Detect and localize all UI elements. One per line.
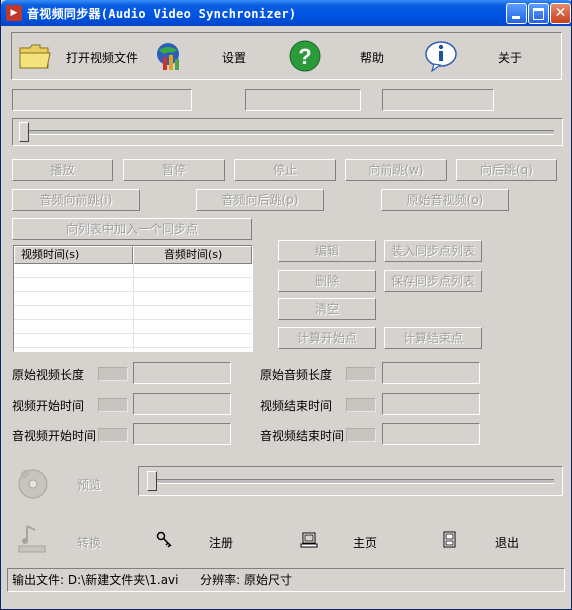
- list-body: [14, 264, 252, 351]
- info-icon: [425, 41, 457, 72]
- toolbar: 打开视频文件 设置 ? 帮助 关于: [11, 32, 562, 80]
- video-end-time-field[interactable]: [382, 393, 480, 415]
- label-shade: [98, 428, 128, 442]
- audio-back-button[interactable]: 音频向后跳(p): [196, 189, 324, 211]
- svg-text:?: ?: [298, 44, 311, 69]
- av-start-time-field[interactable]: [133, 423, 231, 445]
- orig-video-length-label: 原始视频长度: [12, 368, 85, 382]
- play-button[interactable]: 播放: [12, 159, 113, 181]
- orig-video-length-field[interactable]: [133, 362, 231, 384]
- video-end-time-label-box: 视频结束时间: [260, 397, 376, 413]
- orig-audio-length-label-box: 原始音频长度: [260, 366, 376, 382]
- preview-button[interactable]: [15, 464, 51, 500]
- audio-forward-button[interactable]: 音频向前跳(i): [12, 189, 140, 211]
- homepage-icon-wrap[interactable]: [300, 531, 318, 549]
- label-shade: [346, 367, 376, 381]
- resolution-label: 分辨率:: [200, 573, 241, 587]
- jump-back-button[interactable]: 向后跳(q): [456, 159, 557, 181]
- list-column-divider: [133, 264, 134, 351]
- pause-button[interactable]: 暂停: [123, 159, 225, 181]
- open-video-button[interactable]: 打开视频文件: [16, 33, 146, 79]
- save-sync-list-button[interactable]: 保存同步点列表: [384, 270, 482, 292]
- folder-icon: [19, 44, 51, 69]
- label-shade: [98, 367, 128, 381]
- preview-slider-thumb[interactable]: [147, 471, 157, 491]
- edit-button[interactable]: 编辑: [278, 240, 376, 262]
- av-end-time-label: 音视频结束时间: [260, 429, 345, 443]
- status-bar: 输出文件: D:\新建文件夹\1.avi 分辨率: 原始尺寸: [7, 568, 565, 592]
- info-field-1: [12, 89, 192, 111]
- orig-audio-length-label: 原始音频长度: [260, 368, 333, 382]
- orig-video-length-label-box: 原始视频长度: [12, 366, 128, 382]
- exit-label[interactable]: 退出: [495, 534, 519, 551]
- music-note-icon: [18, 525, 46, 553]
- calc-start-button[interactable]: 计算开始点: [278, 327, 376, 349]
- jump-forward-button[interactable]: 向前跳(w): [345, 159, 447, 181]
- label-shade: [346, 428, 376, 442]
- close-icon: ✕: [554, 5, 567, 21]
- video-start-time-field[interactable]: [133, 393, 231, 415]
- maximize-button[interactable]: [528, 3, 549, 24]
- exit-icon-wrap[interactable]: [441, 531, 459, 549]
- about-button[interactable]: 关于: [424, 33, 554, 79]
- disc-icon: [18, 469, 48, 499]
- output-file-value: D:\新建文件夹\1.avi: [67, 573, 179, 587]
- av-start-time-label-box: 音视频开始时间: [12, 427, 128, 443]
- about-label: 关于: [498, 51, 523, 65]
- minimize-button[interactable]: [506, 3, 527, 24]
- label-shade: [346, 398, 376, 412]
- title-bar[interactable]: ▶ 音视频同步器(Audio Video Synchronizer) ✕: [1, 0, 571, 26]
- app-window: ▶ 音视频同步器(Audio Video Synchronizer) ✕ 打开视…: [0, 0, 572, 610]
- help-button[interactable]: ? 帮助: [288, 33, 408, 79]
- column-header-video-time[interactable]: 视频时间(s): [14, 246, 133, 264]
- original-av-button[interactable]: 原始音视频(o): [381, 189, 509, 211]
- position-slider-track: [23, 130, 554, 135]
- output-file-label: 输出文件:: [12, 573, 65, 587]
- homepage-label[interactable]: 主页: [353, 534, 377, 551]
- info-field-3: [382, 89, 494, 111]
- av-end-time-field[interactable]: [382, 423, 480, 445]
- clear-button[interactable]: 清空: [278, 298, 376, 320]
- list-header: 视频时间(s) 音频时间(s): [14, 246, 252, 264]
- computer-icon: [300, 532, 318, 548]
- close-button[interactable]: ✕: [550, 3, 571, 24]
- video-start-time-label: 视频开始时间: [12, 399, 85, 413]
- video-end-time-label: 视频结束时间: [260, 399, 333, 413]
- preview-label: 预览: [77, 478, 102, 492]
- door-icon: [443, 531, 456, 548]
- delete-button[interactable]: 删除: [278, 270, 376, 292]
- calc-end-button[interactable]: 计算结束点: [384, 327, 482, 349]
- register-icon-wrap[interactable]: [156, 531, 174, 549]
- load-sync-list-button[interactable]: 装入同步点列表: [384, 240, 482, 262]
- settings-icon: [157, 43, 179, 70]
- convert-label: 转换: [77, 536, 102, 550]
- help-icon: ?: [289, 40, 321, 72]
- sync-point-list[interactable]: 视频时间(s) 音频时间(s): [13, 245, 253, 352]
- settings-label: 设置: [222, 51, 247, 65]
- label-shade: [98, 398, 128, 412]
- app-icon: ▶: [6, 5, 22, 21]
- av-end-time-label-box: 音视频结束时间: [260, 427, 376, 443]
- key-icon: [156, 531, 172, 548]
- position-slider[interactable]: [12, 118, 563, 146]
- settings-button[interactable]: 设置: [150, 33, 260, 79]
- open-video-label: 打开视频文件: [66, 51, 139, 65]
- resolution-value: 原始尺寸: [244, 573, 293, 587]
- preview-slider[interactable]: [138, 466, 563, 496]
- convert-button[interactable]: [17, 522, 47, 554]
- orig-audio-length-field[interactable]: [382, 362, 480, 384]
- position-slider-thumb[interactable]: [19, 122, 29, 142]
- stop-button[interactable]: 停止: [234, 159, 336, 181]
- window-title: 音视频同步器(Audio Video Synchronizer): [27, 7, 297, 21]
- av-start-time-label: 音视频开始时间: [12, 429, 97, 443]
- add-sync-point-button[interactable]: 向列表中加入一个同步点: [12, 218, 252, 240]
- help-label: 帮助: [360, 51, 385, 65]
- video-start-time-label-box: 视频开始时间: [12, 397, 128, 413]
- register-label[interactable]: 注册: [209, 534, 233, 551]
- column-header-audio-time[interactable]: 音频时间(s): [133, 246, 252, 264]
- preview-slider-track: [149, 479, 554, 484]
- info-field-2: [245, 89, 361, 111]
